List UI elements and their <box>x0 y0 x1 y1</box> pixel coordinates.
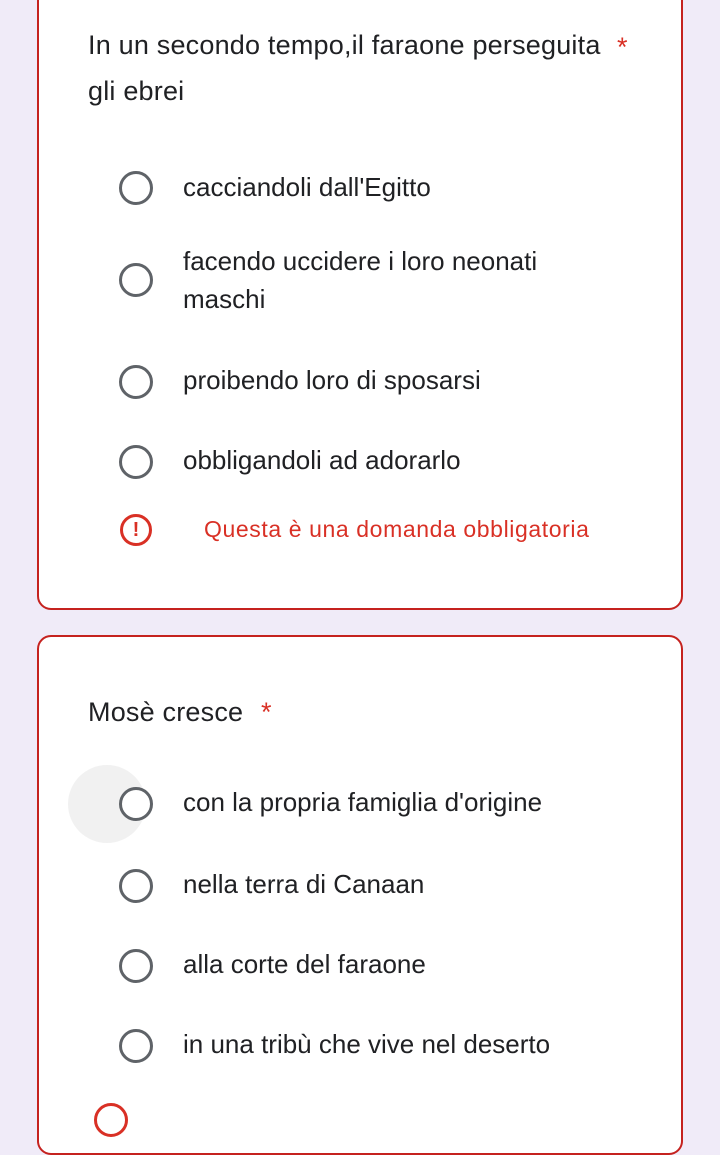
radio-option[interactable]: facendo uccidere i loro neonati maschi <box>69 224 659 336</box>
radio-circle-icon[interactable] <box>119 171 153 205</box>
radio-option[interactable]: nella terra di Canaan <box>69 845 659 925</box>
radio-option[interactable]: alla corte del faraone <box>69 925 659 1005</box>
error-text: Questa è una domanda obbligatoria <box>204 516 590 542</box>
question-card-2: Mosè cresce * con la propria famiglia d'… <box>37 635 683 1155</box>
radio-circle-icon[interactable] <box>119 365 153 399</box>
option-label: obbligandoli ad adorarlo <box>183 445 461 475</box>
radio-option[interactable]: proibendo loro di sposarsi <box>69 342 659 422</box>
question-card-1: In un secondo tempo,il faraone perseguit… <box>37 0 683 610</box>
radio-circle-icon[interactable] <box>119 263 153 297</box>
option-label: nella terra di Canaan <box>183 869 425 899</box>
radio-circle-icon[interactable] <box>119 869 153 903</box>
option-label: cacciandoli dall'Egitto <box>183 172 431 202</box>
radio-circle-icon[interactable] <box>119 787 153 821</box>
radio-option[interactable]: in una tribù che vive nel deserto <box>69 1005 659 1085</box>
error-message: ! Questa è una domanda obbligatoria <box>84 512 644 552</box>
option-label: in una tribù che vive nel deserto <box>183 1029 551 1059</box>
required-asterisk: * <box>260 697 272 727</box>
question-title: Mosè cresce * <box>88 689 608 735</box>
question-title: In un secondo tempo,il faraone perseguit… <box>88 30 601 106</box>
radio-circle-icon[interactable] <box>119 949 153 983</box>
radio-option[interactable]: cacciandoli dall'Egitto <box>69 148 659 228</box>
exclamation-icon: ! <box>120 514 152 546</box>
option-label: alla corte del faraone <box>183 949 426 979</box>
exclamation-icon <box>94 1103 128 1137</box>
radio-circle-icon[interactable] <box>119 445 153 479</box>
option-label: con la propria famiglia d'origine <box>183 787 543 817</box>
required-asterisk: * <box>617 32 628 62</box>
option-label: proibendo loro di sposarsi <box>183 365 481 395</box>
radio-circle-icon[interactable] <box>119 1029 153 1063</box>
radio-option[interactable]: con la propria famiglia d'origine <box>68 765 659 845</box>
option-label: facendo uccidere i loro neonati maschi <box>183 246 538 314</box>
question-title-text: Mosè cresce <box>88 697 244 727</box>
radio-option[interactable]: obbligandoli ad adorarlo <box>69 422 659 502</box>
